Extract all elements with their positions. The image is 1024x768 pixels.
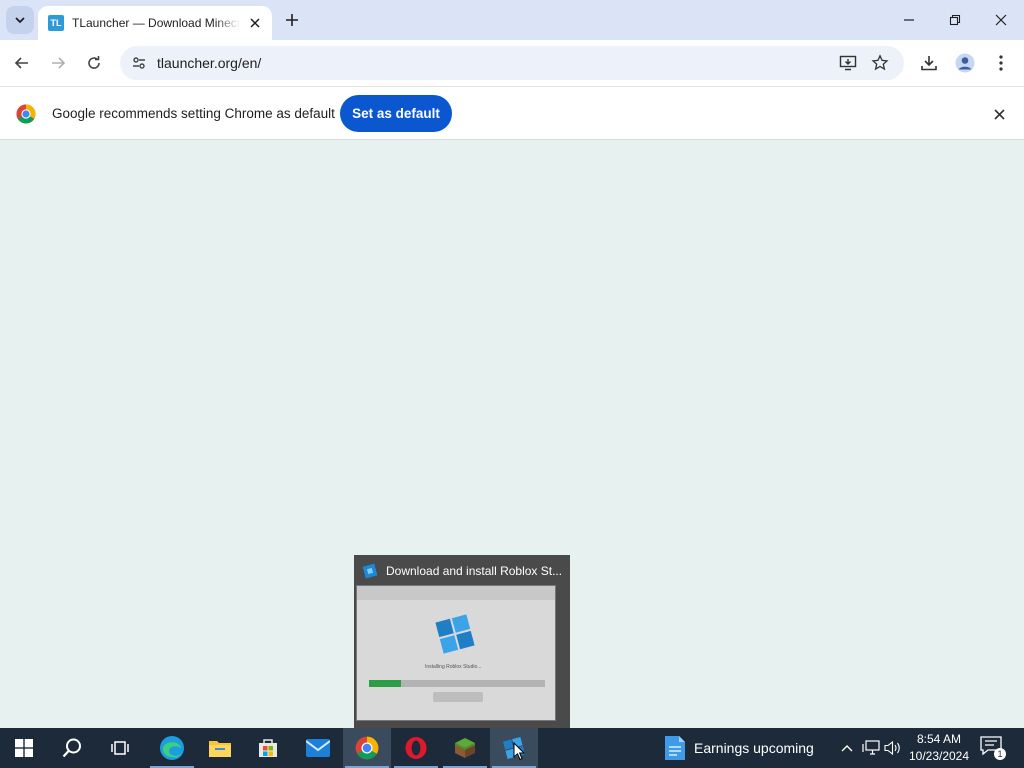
thumbnail-cancel-button xyxy=(433,692,483,702)
taskbar-window-preview[interactable]: Download and install Roblox St... Instal… xyxy=(354,555,570,728)
volume-button[interactable] xyxy=(884,738,902,758)
address-bar[interactable]: tlauncher.org/en/ xyxy=(120,46,904,80)
preview-thumbnail[interactable]: Installing Roblox Studio... xyxy=(356,585,556,721)
close-icon xyxy=(995,14,1007,26)
action-center-button[interactable]: 1 xyxy=(980,736,1006,760)
taskbar-edge[interactable] xyxy=(148,728,196,768)
download-icon xyxy=(921,56,937,71)
plus-icon xyxy=(286,14,298,26)
menu-button[interactable] xyxy=(986,48,1016,78)
notification-count-badge: 1 xyxy=(994,748,1006,760)
task-view-button[interactable] xyxy=(96,728,144,768)
reload-icon xyxy=(88,56,100,69)
minimize-button[interactable] xyxy=(886,0,932,40)
tlauncher-favicon-icon: TL xyxy=(48,15,64,31)
minecraft-grass-block-icon xyxy=(455,738,475,758)
close-icon xyxy=(250,18,260,28)
mail-icon xyxy=(306,739,330,757)
roblox-studio-icon xyxy=(362,563,378,579)
tab-close-button[interactable] xyxy=(246,14,264,32)
store-icon xyxy=(259,739,277,757)
search-icon xyxy=(62,738,81,758)
kebab-menu-icon xyxy=(999,55,1003,71)
install-app-icon xyxy=(839,55,857,71)
bookmark-button[interactable] xyxy=(868,51,892,75)
taskbar-opera[interactable] xyxy=(392,728,440,768)
arrow-left-icon xyxy=(14,57,28,69)
star-icon xyxy=(871,54,889,71)
close-window-button[interactable] xyxy=(978,0,1024,40)
tab-search-button[interactable] xyxy=(6,6,34,34)
taskbar-microsoft-store[interactable] xyxy=(244,728,292,768)
clock-time: 8:54 AM xyxy=(916,732,962,746)
new-tab-button[interactable] xyxy=(280,8,304,32)
site-info-button[interactable] xyxy=(126,50,152,76)
news-widget[interactable]: Earnings upcoming xyxy=(664,728,814,768)
show-hidden-icons-button[interactable] xyxy=(838,738,856,758)
opera-icon xyxy=(405,737,427,759)
search-button[interactable] xyxy=(48,728,96,768)
url-text: tlauncher.org/en/ xyxy=(157,55,262,71)
forward-button[interactable] xyxy=(43,48,73,78)
set-as-default-button[interactable]: Set as default xyxy=(340,95,452,132)
news-widget-text: Earnings upcoming xyxy=(694,740,814,756)
preview-title: Download and install Roblox St... xyxy=(386,564,563,578)
downloads-button[interactable] xyxy=(914,48,944,78)
taskbar-file-explorer[interactable] xyxy=(196,728,244,768)
infobar-message: Google recommends setting Chrome as defa… xyxy=(52,106,335,121)
windows-taskbar: Earnings upcoming 8:54 AM 10/23/2024 1 xyxy=(0,728,1024,768)
start-button[interactable] xyxy=(0,728,48,768)
install-progress-fill xyxy=(369,680,401,687)
network-icon xyxy=(862,740,880,755)
tune-icon xyxy=(133,57,145,69)
back-button[interactable] xyxy=(7,48,37,78)
default-browser-infobar: Google recommends setting Chrome as defa… xyxy=(0,86,1024,140)
roblox-studio-logo-icon xyxy=(435,614,475,654)
restore-button[interactable] xyxy=(932,0,978,40)
profile-button[interactable] xyxy=(950,48,980,78)
taskbar-minecraft[interactable] xyxy=(441,728,489,768)
install-app-button[interactable] xyxy=(836,51,860,75)
task-view-icon xyxy=(111,741,129,755)
system-clock[interactable]: 8:54 AM 10/23/2024 xyxy=(906,731,972,765)
clock-date: 10/23/2024 xyxy=(908,749,970,763)
minimize-icon xyxy=(904,19,914,21)
close-icon xyxy=(993,108,1005,120)
taskbar-chrome[interactable] xyxy=(343,728,391,768)
install-progress-bar xyxy=(369,680,545,687)
tab-title: TLauncher — Download Minecraft xyxy=(72,16,240,30)
profile-avatar-icon xyxy=(955,53,975,73)
thumbnail-title-bar xyxy=(357,586,555,600)
chrome-icon xyxy=(355,736,379,760)
restore-icon xyxy=(949,14,961,26)
mouse-cursor-icon xyxy=(513,742,525,761)
document-chart-icon xyxy=(665,736,685,760)
windows-logo-icon xyxy=(15,739,33,757)
chevron-down-icon xyxy=(15,17,25,24)
chevron-up-icon xyxy=(841,745,853,752)
tab-strip: TL TLauncher — Download Minecraft xyxy=(0,0,1024,40)
edge-icon xyxy=(160,736,184,760)
folder-icon xyxy=(209,741,231,757)
speaker-icon xyxy=(884,740,900,756)
browser-toolbar: tlauncher.org/en/ xyxy=(0,40,1024,86)
arrow-right-icon xyxy=(52,57,66,69)
network-button[interactable] xyxy=(862,738,880,758)
thumbnail-status-text: Installing Roblox Studio... xyxy=(425,664,482,670)
reload-button[interactable] xyxy=(79,48,109,78)
infobar-close-button[interactable] xyxy=(990,105,1008,123)
chrome-logo-icon xyxy=(16,104,36,124)
taskbar-mail[interactable] xyxy=(294,728,342,768)
browser-tab[interactable]: TL TLauncher — Download Minecraft xyxy=(38,6,272,40)
